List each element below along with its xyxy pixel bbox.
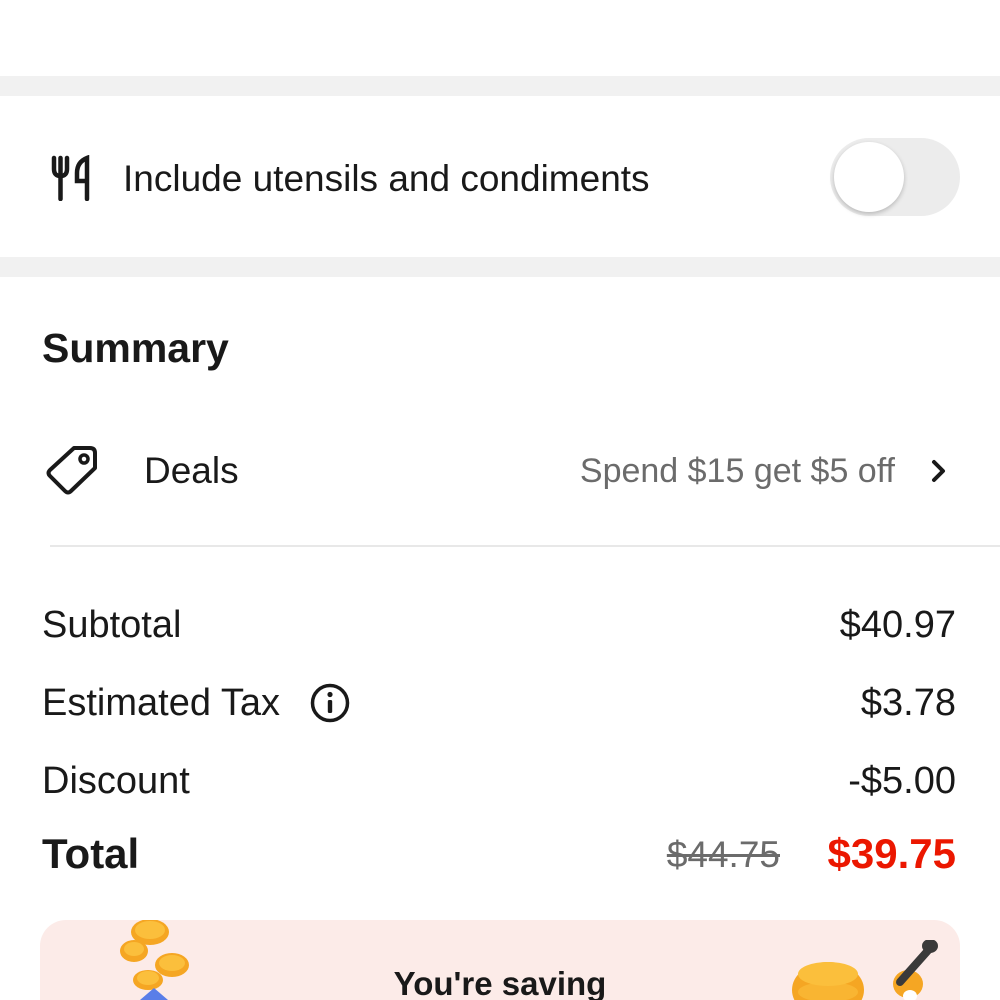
chevron-right-icon[interactable] [928, 456, 950, 486]
checkout-page: Include utensils and condiments Summary … [0, 0, 1000, 1000]
total-label: Total [42, 830, 140, 877]
estimated-tax-value: $3.78 [860, 682, 956, 724]
info-icon[interactable] [309, 682, 351, 724]
deals-value[interactable]: Spend $15 get $5 off [580, 449, 895, 493]
summary-title: Summary [42, 325, 229, 371]
utensils-label: Include utensils and condiments [123, 158, 650, 199]
divider [50, 545, 1000, 547]
savings-banner: You're saving [40, 920, 960, 1000]
utensils-icon [51, 155, 90, 201]
section-divider [0, 257, 1000, 277]
total-final-price: $39.75 [827, 830, 956, 877]
coin-jar-icon [792, 940, 938, 1000]
subtotal-label: Subtotal [42, 604, 182, 646]
utensils-toggle[interactable] [830, 138, 960, 216]
deals-label: Deals [144, 450, 239, 491]
total-original-price: $44.75 [666, 834, 780, 875]
tag-icon [46, 446, 97, 495]
subtotal-value: $40.97 [839, 604, 956, 646]
discount-value: -$5.00 [848, 760, 956, 802]
section-divider [0, 76, 1000, 96]
estimated-tax-label: Estimated Tax [42, 682, 280, 724]
toggle-knob [834, 142, 904, 212]
discount-label: Discount [42, 760, 190, 802]
